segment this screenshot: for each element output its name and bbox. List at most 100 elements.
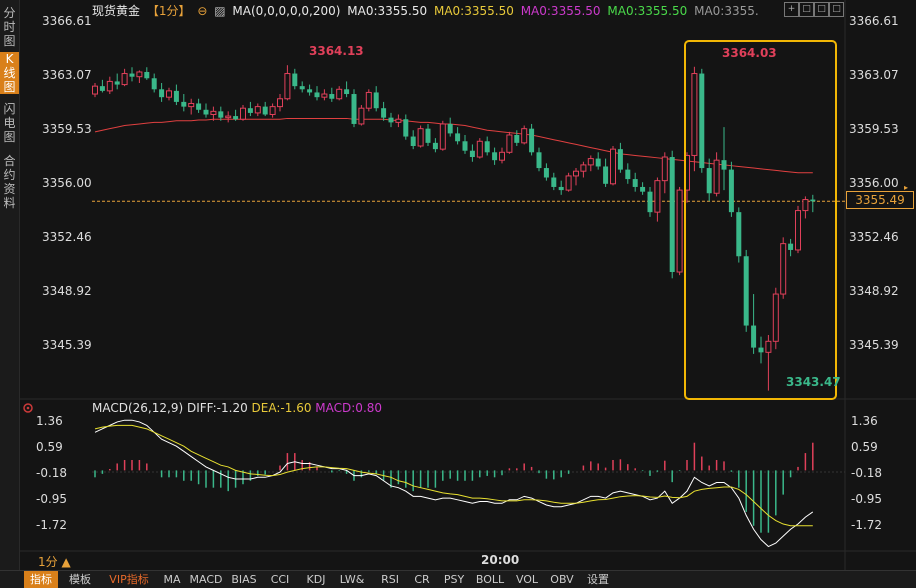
- candle: [203, 103, 209, 118]
- candle: [640, 182, 646, 195]
- candle: [351, 89, 357, 128]
- tab-indicators[interactable]: 指标: [24, 571, 58, 588]
- price-left-label: 3352.46: [42, 230, 92, 244]
- tab-lwr[interactable]: LW&: [336, 571, 368, 588]
- candle: [307, 84, 313, 96]
- tab-kdj[interactable]: KDJ: [300, 571, 332, 588]
- macd-left-label: 0.59: [36, 440, 63, 454]
- price-left-label: 3348.92: [42, 284, 92, 298]
- tab-template[interactable]: 模板: [62, 571, 98, 588]
- candle: [181, 94, 187, 112]
- candle: [314, 86, 320, 101]
- candle: [114, 73, 120, 90]
- price-left-label: 3366.61: [42, 14, 92, 28]
- tab-rsi[interactable]: RSI: [374, 571, 406, 588]
- tab-vol[interactable]: VOL: [512, 571, 542, 588]
- candle: [462, 134, 468, 154]
- candle: [225, 111, 232, 123]
- candle: [647, 186, 653, 217]
- tab-settings[interactable]: 设置: [582, 571, 614, 588]
- macd-left-label: -1.72: [36, 518, 68, 532]
- price-left-label: 3356.00: [42, 176, 92, 190]
- macd-diff: DIFF:-1.20: [186, 401, 248, 415]
- candle: [492, 147, 498, 165]
- candle: [254, 103, 261, 117]
- macd-title[interactable]: MACD(26,12,9): [92, 401, 183, 415]
- macd-left-label: -0.18: [36, 466, 68, 480]
- indicator-toolbar: 指标 模板 VIP指标 MA MACD BIAS CCI KDJ LW& RSI…: [0, 570, 916, 588]
- candle: [321, 89, 328, 101]
- candle: [188, 98, 195, 115]
- candle: [469, 144, 475, 162]
- period-selector[interactable]: 1分 ▲: [38, 553, 71, 570]
- macd-value: MACD:0.80: [315, 401, 383, 415]
- tab-vip-indicators[interactable]: VIP指标: [102, 571, 156, 588]
- macd-header: MACD(26,12,9) DIFF:-1.20 DEA:-1.60 MACD:…: [92, 401, 382, 415]
- candle: [625, 163, 631, 184]
- macd-right-label: -1.72: [851, 518, 883, 532]
- candle: [381, 101, 387, 121]
- candle: [425, 123, 431, 146]
- candle: [632, 172, 638, 192]
- tab-cci[interactable]: CCI: [264, 571, 296, 588]
- candle: [277, 94, 283, 112]
- candle: [269, 103, 276, 118]
- tab-cr[interactable]: CR: [408, 571, 436, 588]
- macd-dea: DEA:-1.60: [251, 401, 312, 415]
- macd-left-label: 1.36: [36, 414, 63, 428]
- candle: [580, 161, 587, 178]
- candle: [403, 114, 409, 140]
- candle: [121, 68, 128, 87]
- candle: [529, 123, 535, 156]
- candle: [551, 172, 557, 191]
- candle: [233, 109, 239, 121]
- candle: [447, 117, 453, 137]
- candle: [439, 120, 446, 151]
- candle: [240, 105, 246, 121]
- macd-right-label: 1.36: [851, 414, 878, 428]
- candle: [218, 106, 224, 121]
- candle: [661, 152, 668, 194]
- price-left-label: 3345.39: [42, 338, 92, 352]
- low-annotation: 3343.47: [786, 375, 841, 389]
- price-right-label: 3356.00: [849, 176, 899, 190]
- candle: [365, 89, 372, 112]
- candle: [388, 112, 394, 128]
- candle: [506, 131, 513, 154]
- candle: [543, 163, 549, 181]
- tab-psy[interactable]: PSY: [438, 571, 470, 588]
- candle: [499, 147, 505, 164]
- candle: [92, 83, 98, 98]
- highlight-box: [684, 40, 837, 400]
- candle: [173, 84, 179, 106]
- price-right-label: 3348.92: [849, 284, 899, 298]
- tab-ma[interactable]: MA: [160, 571, 184, 588]
- candle: [676, 186, 683, 276]
- high2-annotation: 3364.03: [722, 46, 777, 60]
- macd-marker-icon[interactable]: [23, 403, 33, 413]
- candle: [151, 73, 157, 93]
- candle: [210, 106, 217, 121]
- candle: [395, 114, 402, 128]
- candle: [484, 136, 490, 156]
- price-right-label: 3352.46: [849, 230, 899, 244]
- candle: [417, 125, 424, 148]
- candle: [669, 150, 675, 279]
- price-left-label: 3359.53: [42, 122, 92, 136]
- candle: [99, 79, 105, 93]
- tab-bias[interactable]: BIAS: [228, 571, 260, 588]
- tab-macd[interactable]: MACD: [188, 571, 224, 588]
- candle: [166, 87, 172, 101]
- tab-boll[interactable]: BOLL: [472, 571, 508, 588]
- tab-obv[interactable]: OBV: [546, 571, 578, 588]
- price-right-label: 3345.39: [849, 338, 899, 352]
- candle: [329, 87, 335, 102]
- candle: [106, 76, 113, 95]
- candle: [262, 101, 268, 117]
- candle: [344, 81, 350, 98]
- macd-right-label: 0.59: [851, 440, 878, 454]
- candle: [358, 105, 365, 126]
- macd-left-label: -0.95: [36, 492, 68, 506]
- candle: [603, 158, 609, 187]
- candle: [432, 138, 438, 153]
